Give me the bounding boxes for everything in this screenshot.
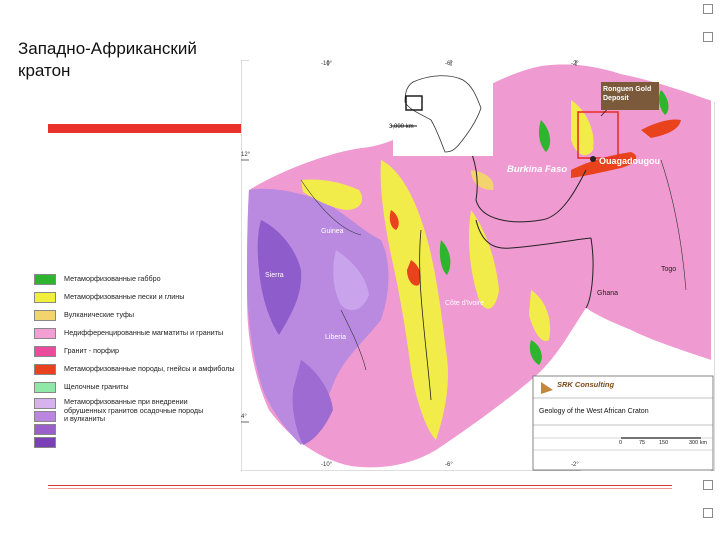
legend-item-multi: Метаморфизованные при внедрении обрушенн… xyxy=(34,397,204,450)
legend-label: Вулканические туфы xyxy=(64,310,135,319)
lon-bottom-3: -2° xyxy=(571,462,579,468)
label-burkina-faso: Burkina Faso xyxy=(507,164,568,175)
legend-swatch xyxy=(34,411,56,422)
legend-label: Метаморфизованные габбро xyxy=(64,274,161,283)
legend-swatch xyxy=(34,424,56,435)
scale-tick-75: 75 xyxy=(639,440,646,446)
lon-bottom-2: -6° xyxy=(445,462,453,468)
title-accent-bar xyxy=(48,124,244,133)
legend-swatch xyxy=(34,437,56,448)
legend-item: Гранит - порфир xyxy=(34,344,119,358)
legend-swatch xyxy=(34,381,56,393)
legend-swatch xyxy=(34,309,56,321)
lat-label-12: 12° xyxy=(241,152,251,158)
slide-title: Западно-Африканский кратон xyxy=(18,39,197,80)
legend-item: Метаморфизованные породы, гнейсы и амфиб… xyxy=(34,362,235,376)
label-deposit: Ronguen Gold Deposit xyxy=(603,86,652,102)
lon-bottom-1: -10° xyxy=(321,462,333,468)
lon-top-2: -6° xyxy=(445,61,453,67)
label-guinea: Guinea xyxy=(321,228,344,235)
legend-label: Недифференцированные магматиты и граниты xyxy=(64,328,224,337)
lon-top-3: -2° xyxy=(571,61,579,67)
label-sierra: Sierra xyxy=(265,272,284,279)
legend-item: Метаморфизованные пески и глины xyxy=(34,290,184,304)
legend-item: Щелочные граниты xyxy=(34,380,129,394)
label-ouagadougou: Ouagadougou xyxy=(599,156,660,166)
legend-swatch xyxy=(34,398,56,409)
legend-label: Гранит - порфир xyxy=(64,346,119,355)
company-name: SRK Consulting xyxy=(557,380,615,389)
legend-swatch xyxy=(34,345,56,357)
scale-tick-0: 0 xyxy=(619,440,623,446)
lon-top-1: -10° xyxy=(321,61,333,67)
legend-item: Вулканические туфы xyxy=(34,308,134,322)
inset-scale: 3,000 km xyxy=(389,124,414,130)
label-liberia: Liberia xyxy=(325,334,347,341)
label-cote: Côte d'Ivoire xyxy=(445,300,485,307)
footer-divider xyxy=(48,485,672,486)
legend-swatch xyxy=(34,273,56,285)
map-legend: Метаморфизованные габбро Метаморфизованн… xyxy=(28,268,238,478)
legend-item: Метаморфизованные габбро xyxy=(34,272,161,286)
legend-swatch xyxy=(34,363,56,375)
scale-tick-300: 300 km xyxy=(689,440,708,446)
footer-divider-secondary xyxy=(48,488,672,489)
legend-swatch xyxy=(34,291,56,303)
legend-swatch xyxy=(34,327,56,339)
lat-label-4: 4° xyxy=(241,414,247,420)
legend-swatch-group xyxy=(34,398,56,450)
legend-label: Метаморфизованные при внедрении обрушенн… xyxy=(64,397,204,424)
legend-label: Метаморфизованные пески и глины xyxy=(64,292,185,301)
legend-label: Щелочные граниты xyxy=(64,382,129,391)
legend-label: Метаморфизованные породы, гнейсы и амфиб… xyxy=(64,364,235,373)
geology-map: Burkina Faso Ouagadougou Ronguen Gold De… xyxy=(241,60,715,471)
label-ghana: Ghana xyxy=(597,290,619,297)
scale-tick-150: 150 xyxy=(659,440,669,446)
map-title: Geology of the West African Craton xyxy=(539,408,649,415)
label-togo: Togo xyxy=(661,266,677,273)
legend-item: Недифференцированные магматиты и граниты xyxy=(34,326,223,340)
